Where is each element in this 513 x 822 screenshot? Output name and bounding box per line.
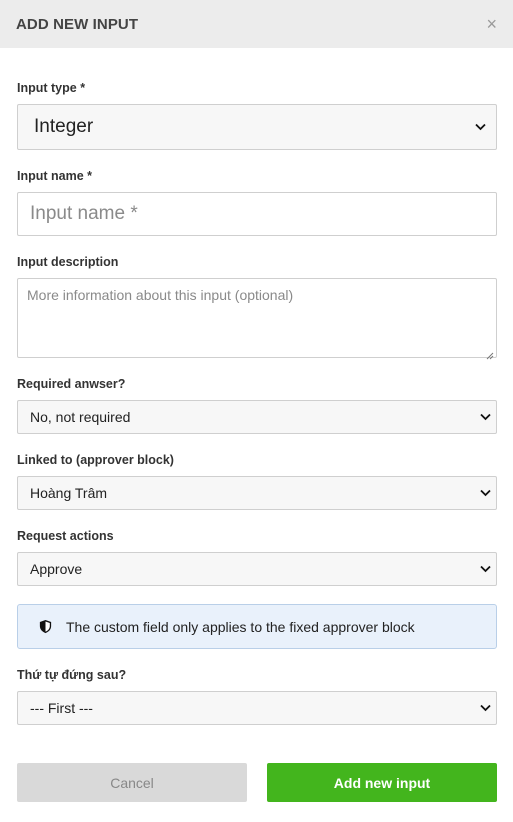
cancel-button[interactable]: Cancel: [17, 763, 247, 802]
order-after-value: --- First ---: [30, 700, 93, 716]
input-description-placeholder: More information about this input (optio…: [27, 287, 294, 303]
linked-to-select[interactable]: Hoàng Trâm: [17, 476, 497, 510]
chevron-down-icon: [478, 486, 492, 500]
modal-header: ADD NEW INPUT ×: [0, 0, 513, 48]
chevron-down-icon: [478, 701, 492, 715]
input-name-placeholder: Input name *: [30, 203, 138, 224]
input-name-field[interactable]: Input name *: [17, 192, 497, 236]
linked-to-label: Linked to (approver block): [17, 453, 174, 467]
required-select[interactable]: No, not required: [17, 400, 497, 434]
notice-text: The custom field only applies to the fix…: [66, 618, 415, 635]
input-type-select[interactable]: Integer: [17, 104, 497, 150]
input-description-field[interactable]: More information about this input (optio…: [17, 278, 497, 360]
required-label: Required anwser?: [17, 377, 126, 391]
info-notice: The custom field only applies to the fix…: [17, 604, 497, 649]
required-value: No, not required: [30, 409, 131, 425]
input-description-label: Input description: [17, 255, 119, 269]
order-after-select[interactable]: --- First ---: [17, 691, 497, 725]
chevron-down-icon: [473, 120, 487, 134]
add-new-input-button[interactable]: Add new input: [267, 763, 497, 802]
linked-to-value: Hoàng Trâm: [30, 485, 108, 501]
order-after-label: Thứ tự đứng sau?: [17, 668, 127, 682]
request-actions-select[interactable]: Approve: [17, 552, 497, 586]
request-actions-value: Approve: [30, 561, 83, 577]
input-name-label: Input name *: [17, 169, 93, 183]
input-type-value: Integer: [34, 116, 94, 137]
close-icon[interactable]: ×: [486, 15, 497, 33]
chevron-down-icon: [478, 562, 492, 576]
resize-handle-icon[interactable]: [486, 347, 494, 360]
shield-icon: [38, 619, 54, 635]
modal-title: ADD NEW INPUT: [16, 15, 139, 33]
chevron-down-icon: [478, 410, 492, 424]
input-type-label: Input type *: [17, 81, 86, 95]
request-actions-label: Request actions: [17, 529, 114, 543]
